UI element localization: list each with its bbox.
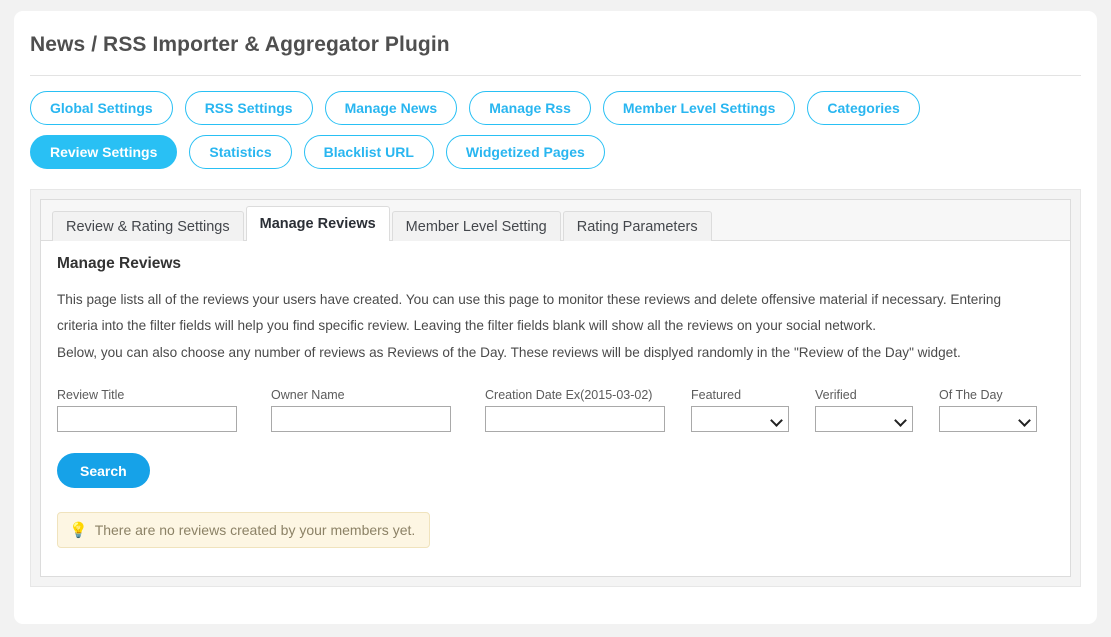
label-verified: Verified — [815, 388, 857, 402]
search-button[interactable]: Search — [57, 453, 150, 488]
of-the-day-select-wrap — [939, 406, 1037, 432]
tab-rating-parameters[interactable]: Rating Parameters — [562, 211, 712, 241]
creation-date-input[interactable] — [485, 406, 665, 432]
field-owner-name: Owner Name — [271, 388, 451, 432]
label-review-title: Review Title — [57, 388, 125, 402]
label-of-the-day: Of The Day — [939, 388, 1003, 402]
pill-global-settings[interactable]: Global Settings — [30, 91, 173, 125]
page-title: News / RSS Importer & Aggregator Plugin — [30, 33, 450, 56]
pill-manage-news[interactable]: Manage News — [324, 91, 458, 125]
pill-member-level-settings[interactable]: Member Level Settings — [602, 91, 796, 125]
review-settings-panel-inner: Review & Rating Settings Manage Reviews … — [40, 199, 1071, 577]
label-featured: Featured — [691, 388, 742, 402]
label-owner-name: Owner Name — [271, 388, 345, 402]
verified-select-wrap — [815, 406, 913, 432]
featured-select-wrap — [691, 406, 789, 432]
pill-manage-rss[interactable]: Manage Rss — [469, 91, 591, 125]
owner-name-input[interactable] — [271, 406, 451, 432]
review-settings-panel: Review & Rating Settings Manage Reviews … — [30, 189, 1081, 587]
description-paragraph-1: This page lists all of the reviews your … — [57, 292, 1002, 333]
field-verified: Verified — [815, 388, 913, 432]
tab-manage-reviews[interactable]: Manage Reviews — [245, 206, 390, 241]
label-creation-date: Creation Date Ex(2015-03-02) — [485, 388, 653, 402]
of-the-day-select[interactable] — [939, 406, 1037, 432]
field-featured: Featured — [691, 388, 789, 432]
page-card: News / RSS Importer & Aggregator Plugin … — [14, 11, 1097, 624]
pill-blacklist-url[interactable]: Blacklist URL — [303, 135, 434, 169]
section-title: Manage Reviews — [57, 255, 182, 272]
pill-widgetized-pages[interactable]: Widgetized Pages — [445, 135, 605, 169]
lightbulb-icon: 💡 — [69, 521, 88, 539]
pill-rss-settings[interactable]: RSS Settings — [184, 91, 313, 125]
field-review-title: Review Title — [57, 388, 237, 432]
field-of-the-day: Of The Day — [939, 388, 1037, 432]
description-paragraph-2: Below, you can also choose any number of… — [57, 345, 961, 360]
filter-row: Review Title Owner Name Creation Date Ex… — [57, 388, 1054, 432]
empty-state-message: There are no reviews created by your mem… — [94, 522, 416, 538]
field-creation-date: Creation Date Ex(2015-03-02) — [485, 388, 665, 432]
pill-review-settings[interactable]: Review Settings — [30, 135, 178, 169]
tab-review-rating-settings[interactable]: Review & Rating Settings — [52, 211, 244, 241]
review-title-input[interactable] — [57, 406, 237, 432]
tab-member-level-setting[interactable]: Member Level Setting — [391, 211, 561, 241]
pill-statistics[interactable]: Statistics — [189, 135, 292, 169]
pill-categories[interactable]: Categories — [807, 91, 920, 125]
verified-select[interactable] — [815, 406, 913, 432]
empty-state-notice: 💡 There are no reviews created by your m… — [57, 512, 431, 548]
primary-pill-nav: Global Settings RSS Settings Manage News… — [14, 76, 1024, 169]
featured-select[interactable] — [691, 406, 789, 432]
subtab-bar: Review & Rating Settings Manage Reviews … — [41, 200, 1070, 241]
manage-reviews-content: Manage Reviews This page lists all of th… — [41, 241, 1070, 548]
